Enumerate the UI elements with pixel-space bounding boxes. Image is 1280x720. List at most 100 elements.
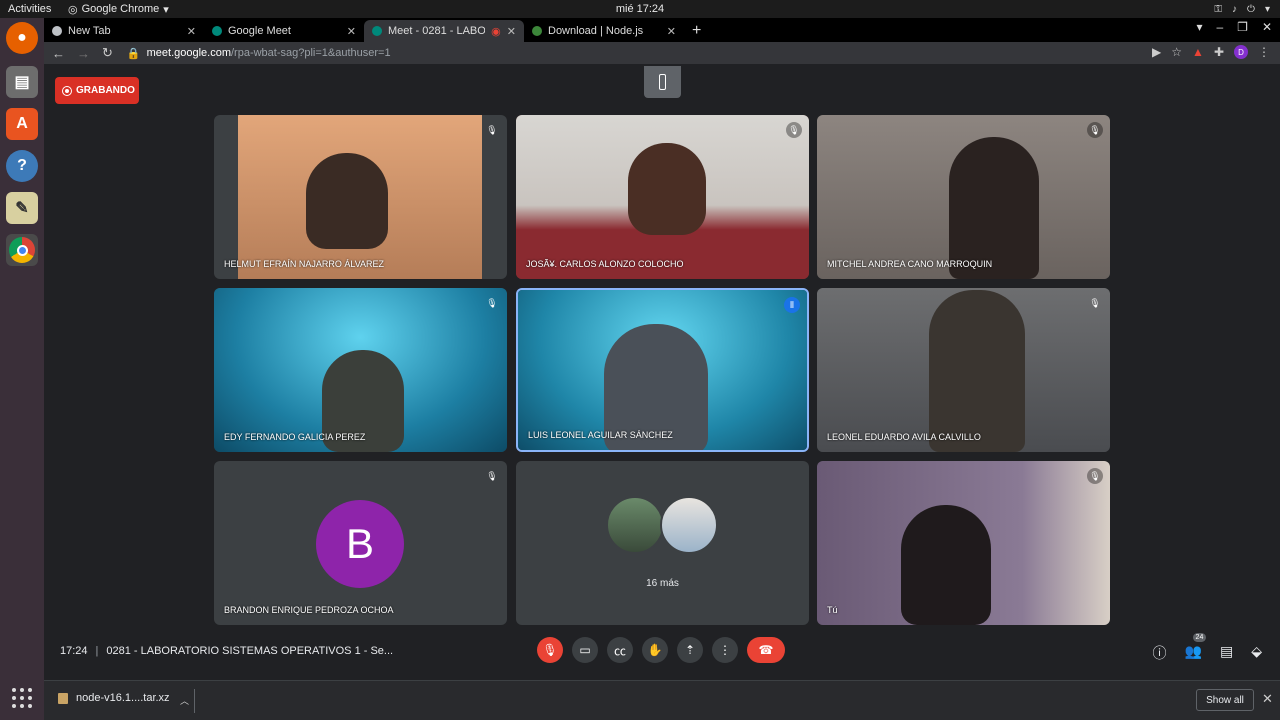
- meeting-title: 0281 - LABORATORIO SISTEMAS OPERATIVOS 1…: [106, 645, 394, 657]
- present-button[interactable]: ⇡: [677, 637, 703, 663]
- participant-tile[interactable]: B 🎙 BRANDON ENRIQUE PEDROZA OCHOA: [214, 461, 507, 625]
- captions-button[interactable]: ㏄: [607, 637, 633, 663]
- mic-muted-icon: 🎙: [786, 122, 802, 138]
- firefox-icon[interactable]: ●: [6, 22, 38, 54]
- reload-icon[interactable]: ↻: [102, 45, 113, 61]
- meeting-controls-bar: 17:24 | 0281 - LABORATORIO SISTEMAS OPERAT…: [44, 624, 1280, 680]
- chevron-up-icon[interactable]: ︿: [180, 694, 189, 707]
- profile-avatar[interactable]: D: [1234, 45, 1248, 59]
- tab-meet-active[interactable]: Meet - 0281 - LABORATORIO ◉ ✕: [364, 20, 524, 42]
- show-all-button[interactable]: Show all: [1196, 689, 1254, 711]
- leave-call-button[interactable]: ☎: [747, 637, 785, 663]
- participant-thumbnail: [606, 496, 664, 554]
- tab-favicon: [52, 26, 62, 36]
- participant-name: HELMUT EFRAÍN NAJARRO ÁLVAREZ: [224, 259, 385, 269]
- remote-control-icon[interactable]: [644, 66, 681, 98]
- app-grid-icon[interactable]: [12, 688, 32, 708]
- close-icon[interactable]: ✕: [1262, 691, 1273, 707]
- participant-tile[interactable]: 🎙 JOSÃ¥. CARLOS ALONZO COLOCHO: [516, 115, 809, 279]
- side-panel-controls: ⓘ 👥 24 ▤ ⬙: [1153, 633, 1262, 663]
- self-tile[interactable]: 🎙 Tú: [817, 461, 1110, 625]
- browser-toolbar: ← → ↻ 🔒 meet.google.com/rpa-wbat-sag?pli…: [44, 42, 1280, 64]
- app-name: Google Chrome: [81, 3, 160, 15]
- more-participants-tile[interactable]: 16 más: [516, 461, 809, 625]
- mic-muted-icon: 🎙: [1087, 122, 1103, 138]
- participant-tile-speaking[interactable]: ⦀ LUIS LEONEL AGUILAR SÁNCHEZ: [516, 288, 809, 452]
- extensions-icon[interactable]: ✚: [1214, 45, 1224, 59]
- participant-name: LEONEL EDUARDO AVILA CALVILLO: [827, 432, 981, 442]
- chrome-icon: ◎: [68, 3, 78, 16]
- participant-thumbnail: [660, 496, 718, 554]
- activities-button[interactable]: Activities: [0, 3, 60, 15]
- participant-name: BRANDON ENRIQUE PEDROZA OCHOA: [224, 605, 394, 615]
- close-icon[interactable]: ✕: [347, 25, 356, 38]
- minimize-icon[interactable]: –: [1216, 20, 1223, 34]
- chevron-down-icon: ▾: [163, 3, 169, 16]
- help-icon[interactable]: ?: [6, 150, 38, 182]
- url-host: meet.google.com: [146, 47, 231, 59]
- meet-stage: GRABANDO 🎙 HELMUT EFRAÍN NAJARRO ÁLVAREZ…: [44, 64, 1280, 680]
- call-controls: 🎙 ▭ ㏄ ✋ ⇡ ⋮ ☎: [537, 637, 785, 663]
- volume-icon: ♪: [1232, 3, 1238, 15]
- participant-name: JOSÃ¥. CARLOS ALONZO COLOCHO: [526, 259, 684, 269]
- archive-file-icon: [58, 692, 68, 704]
- close-icon[interactable]: ✕: [187, 25, 196, 38]
- system-tray[interactable]: ⚿ ♪ ⏻ ▾: [1214, 0, 1270, 18]
- maximize-icon[interactable]: ❐: [1237, 20, 1248, 34]
- tab-title: Google Meet: [228, 25, 291, 37]
- chat-icon[interactable]: ▤: [1220, 643, 1233, 663]
- app-menu[interactable]: ◎ Google Chrome ▾: [68, 3, 169, 16]
- people-icon[interactable]: 👥 24: [1185, 633, 1207, 663]
- tab-title: New Tab: [68, 25, 111, 37]
- recording-label: GRABANDO: [76, 85, 135, 96]
- system-clock: mié 17:24: [615, 3, 665, 15]
- more-participants-label: 16 más: [646, 578, 679, 589]
- activities-icon[interactable]: ⬙: [1251, 643, 1262, 663]
- close-icon[interactable]: ✕: [667, 25, 676, 38]
- recording-badge[interactable]: GRABANDO: [55, 77, 139, 104]
- participant-tile[interactable]: 🎙 LEONEL EDUARDO AVILA CALVILLO: [817, 288, 1110, 452]
- participant-tile[interactable]: 🎙 EDY FERNANDO GALICIA PEREZ: [214, 288, 507, 452]
- new-tab-button[interactable]: +: [692, 20, 701, 42]
- raise-hand-button[interactable]: ✋: [642, 637, 668, 663]
- mic-muted-icon: 🎙: [1087, 468, 1103, 484]
- mic-toggle-button[interactable]: 🎙: [537, 637, 563, 663]
- tab-new-tab[interactable]: New Tab ✕: [44, 20, 204, 42]
- tab-google-meet[interactable]: Google Meet ✕: [204, 20, 364, 42]
- download-item[interactable]: node-v16.1....tar.xz: [58, 692, 170, 704]
- camera-toggle-button[interactable]: ▭: [572, 637, 598, 663]
- mic-muted-icon: 🎙: [486, 297, 498, 308]
- back-icon[interactable]: ←: [52, 46, 65, 61]
- tab-nodejs[interactable]: Download | Node.js ✕: [524, 20, 684, 42]
- record-icon: [62, 85, 72, 96]
- tab-search-icon[interactable]: ▾: [1196, 20, 1202, 34]
- info-icon[interactable]: ⓘ: [1153, 643, 1167, 663]
- close-window-icon[interactable]: ✕: [1262, 20, 1272, 34]
- meeting-time: 17:24: [60, 645, 88, 657]
- tab-strip: New Tab ✕ Google Meet ✕ Meet - 0281 - LA…: [44, 18, 1280, 42]
- window-controls: ▾ – ❐ ✕: [1196, 20, 1272, 34]
- mic-muted-icon: 🎙: [1089, 297, 1101, 308]
- forward-icon[interactable]: →: [77, 46, 90, 61]
- warning-icon[interactable]: ▲: [1192, 45, 1204, 59]
- divider: [194, 689, 195, 713]
- tab-title: Meet - 0281 - LABORATORIO: [388, 25, 486, 37]
- person-silhouette: [949, 137, 1039, 279]
- text-editor-icon[interactable]: ✎: [6, 192, 38, 224]
- url-path: /rpa-wbat-sag?pli=1&authuser=1: [231, 47, 391, 59]
- network-icon: ⚿: [1214, 3, 1223, 15]
- tab-favicon: [212, 26, 222, 36]
- menu-icon[interactable]: ⋮: [1258, 45, 1270, 59]
- meeting-info: 17:24 | 0281 - LABORATORIO SISTEMAS OPERAT…: [60, 645, 394, 657]
- participant-tile[interactable]: 🎙 HELMUT EFRAÍN NAJARRO ÁLVAREZ: [214, 115, 507, 279]
- chrome-icon[interactable]: [6, 234, 38, 266]
- bookmark-star-icon[interactable]: ☆: [1171, 45, 1182, 59]
- participant-tile[interactable]: 🎙 MITCHEL ANDREA CANO MARROQUIN: [817, 115, 1110, 279]
- more-options-button[interactable]: ⋮: [712, 637, 738, 663]
- address-bar[interactable]: 🔒 meet.google.com/rpa-wbat-sag?pli=1&aut…: [127, 47, 391, 60]
- software-center-icon[interactable]: A: [6, 108, 38, 140]
- participant-name: Tú: [827, 605, 838, 615]
- files-icon[interactable]: ▤: [6, 66, 38, 98]
- camera-in-use-icon[interactable]: ▶: [1152, 45, 1161, 59]
- close-icon[interactable]: ✕: [507, 25, 516, 38]
